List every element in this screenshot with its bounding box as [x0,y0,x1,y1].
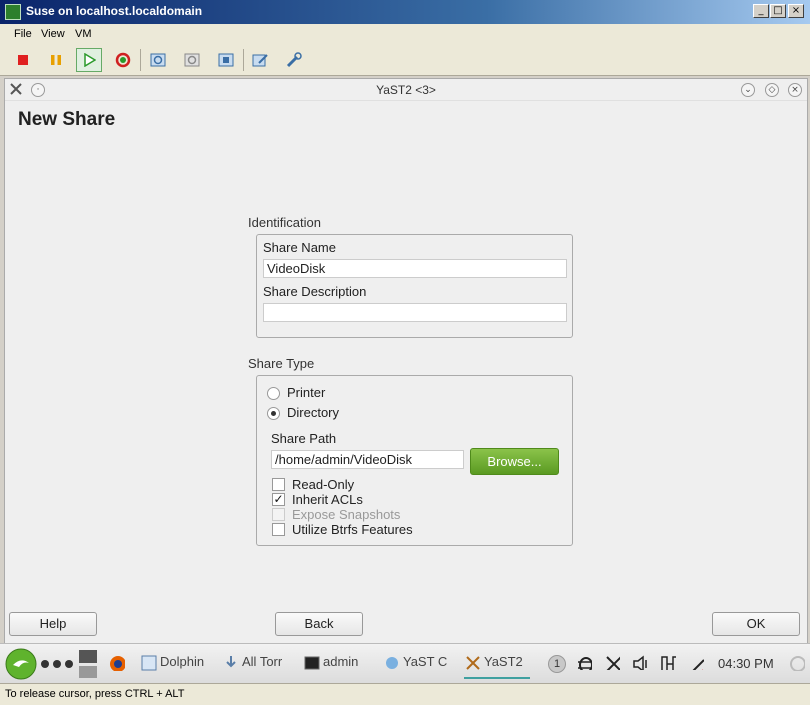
opensuse-menu-icon[interactable] [5,648,37,680]
utilize-btrfs-label[interactable]: Utilize Btrfs Features [292,522,413,537]
menu-vm[interactable]: VM [75,28,92,40]
terminal-icon [304,656,320,670]
page-title: New Share [18,109,116,130]
revert-snapshot-button[interactable] [179,48,205,72]
share-path-input[interactable] [271,450,464,469]
taskbar-item-yast2[interactable]: YaST2 [484,654,528,674]
expose-snapshots-label: Expose Snapshots [292,507,401,522]
yast2-icon [466,656,480,670]
inherit-acls-label[interactable]: Inherit ACLs [292,492,363,507]
download-icon [226,656,236,668]
network-icon[interactable] [660,654,676,670]
show-desktop-icon[interactable] [789,655,805,671]
desktop-pager-icon[interactable] [78,648,98,680]
tools-icon [286,52,302,68]
stop-button[interactable] [10,48,36,72]
directory-radio[interactable] [267,407,280,420]
pause-icon [51,55,61,65]
menu-file[interactable]: File [14,28,32,40]
snapshot-manager-icon [218,53,234,67]
taskbar-item-admin[interactable]: admin [323,654,367,674]
revert-snapshot-icon [184,53,200,67]
share-name-input[interactable] [263,259,567,278]
vmware-app-icon [5,4,21,20]
printer-radio-label[interactable]: Printer [287,385,325,400]
share-description-input[interactable] [263,303,567,322]
menu-bar: File View VM [0,24,810,44]
yast-window-title: YaST2 <3> [376,83,436,97]
taskbar-item-torrents[interactable]: All Torr [242,654,286,674]
ok-button[interactable]: OK [712,612,800,636]
close-yast-button[interactable]: × [788,83,802,97]
snapshot-icon [150,53,166,67]
printer-radio[interactable] [267,387,280,400]
disconnected-network-icon[interactable] [688,654,704,670]
identification-label: Identification [248,215,321,230]
help-button[interactable]: Help [9,612,97,636]
yast-window: · YaST2 <3> ⌄ ◇ × New Share Identificati… [4,78,808,682]
reset-icon [115,52,131,68]
stop-icon [18,55,28,65]
share-description-label: Share Description [263,284,367,299]
read-only-checkbox[interactable] [272,478,285,491]
share-type-frame: Printer Directory Share Path Browse... R… [256,375,573,546]
share-name-label: Share Name [263,240,336,255]
settings-icon [252,54,268,67]
tools-button[interactable] [281,48,307,72]
reset-button[interactable] [110,48,136,72]
tools-tray-icon[interactable] [604,654,620,670]
directory-radio-label[interactable]: Directory [287,405,339,420]
clock: 04:30 PM [718,656,774,671]
expose-snapshots-checkbox [272,508,285,521]
snapshot-manager-button[interactable] [213,48,239,72]
settings-button[interactable] [247,48,273,72]
minimize-yast-button[interactable]: ⌄ [741,83,755,97]
minimize-button[interactable]: _ [753,4,769,18]
yast-control-center-icon [386,657,398,669]
share-path-label: Share Path [271,431,337,446]
bug-icon[interactable] [576,654,592,670]
more-apps-icon[interactable] [40,659,74,669]
window-titlebar: Suse on localhost.localdomain _ □ × [0,0,810,24]
active-task-indicator [464,677,530,679]
volume-icon[interactable] [632,654,648,670]
close-button[interactable]: × [788,4,804,18]
taskbar-item-dolphin[interactable]: Dolphin [160,654,206,674]
snapshot-button[interactable] [145,48,171,72]
play-icon [84,53,96,67]
maximize-button[interactable]: □ [770,4,786,18]
notification-badge[interactable]: 1 [548,655,566,673]
status-text: To release cursor, press CTRL + ALT [5,688,185,700]
back-button[interactable]: Back [275,612,363,636]
read-only-label[interactable]: Read-Only [292,477,354,492]
firefox-icon[interactable] [109,655,125,671]
dolphin-icon [141,655,157,671]
toolbar [0,44,810,76]
utilize-btrfs-checkbox[interactable] [272,523,285,536]
taskbar: Dolphin All Torr admin YaST Co YaST2 1 0… [0,643,810,683]
browse-button[interactable]: Browse... [470,448,559,475]
window-title: Suse on localhost.localdomain [26,4,203,18]
taskbar-item-yast-control[interactable]: YaST Co [403,654,447,674]
pause-button[interactable] [43,48,69,72]
inherit-acls-checkbox[interactable]: ✓ [272,493,285,506]
share-type-label: Share Type [248,356,315,371]
maximize-yast-button[interactable]: ◇ [765,83,779,97]
play-button[interactable] [76,48,102,72]
identification-frame: Share Name Share Description [256,234,573,338]
yast-titlebar: · YaST2 <3> ⌄ ◇ × [5,79,807,101]
status-bar: To release cursor, press CTRL + ALT [0,683,810,705]
menu-view[interactable]: View [41,28,65,40]
